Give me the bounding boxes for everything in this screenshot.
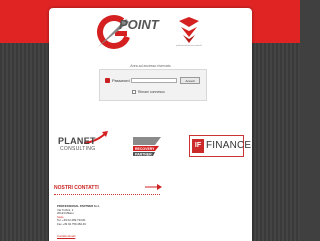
company-info: PROFESSIONAL PARTNER S.r.l. Via Turbini,… [57,204,100,227]
email-contact-link[interactable]: Contatto Email [57,234,75,238]
finance-logo[interactable]: IF FINANCE [189,135,251,157]
partner-logo-icon [179,17,199,43]
remember-checkbox[interactable] [132,90,136,94]
finance-mark: IF [192,139,204,153]
recovery-line2: PARTNER [135,153,152,157]
login-title: Area ad accesso riservato [130,64,171,68]
recovery-partner-logo[interactable]: RECOVERY PARTNER [129,133,165,159]
arrow-right-icon [145,184,162,190]
planet-consulting-logo[interactable]: PLANET CONSULTING [54,130,109,158]
login-box: Password Accedi Rimani connesso [99,69,207,101]
fax: Fax +39 02.759.484.49 [57,221,86,226]
remember-label: Rimani connesso [138,89,165,94]
partner-logo-caption: professional partners puntoG [176,45,202,47]
recovery-line1: RECOVERY [135,147,155,151]
planet-subtitle: CONSULTING [60,146,96,152]
contacts-title: NOSTRI CONTATTI [54,185,99,191]
login-button[interactable]: Accedi [180,77,200,84]
contacts-divider [54,194,160,195]
password-field[interactable] [131,78,177,83]
key-icon [105,78,110,83]
planet-title: PLANET [58,136,96,146]
main-panel: POINT professional partners puntoG Area … [49,8,252,241]
logo-word: POINT [119,17,159,32]
password-label: Password [112,78,130,83]
finance-label: FINANCE [206,140,252,151]
